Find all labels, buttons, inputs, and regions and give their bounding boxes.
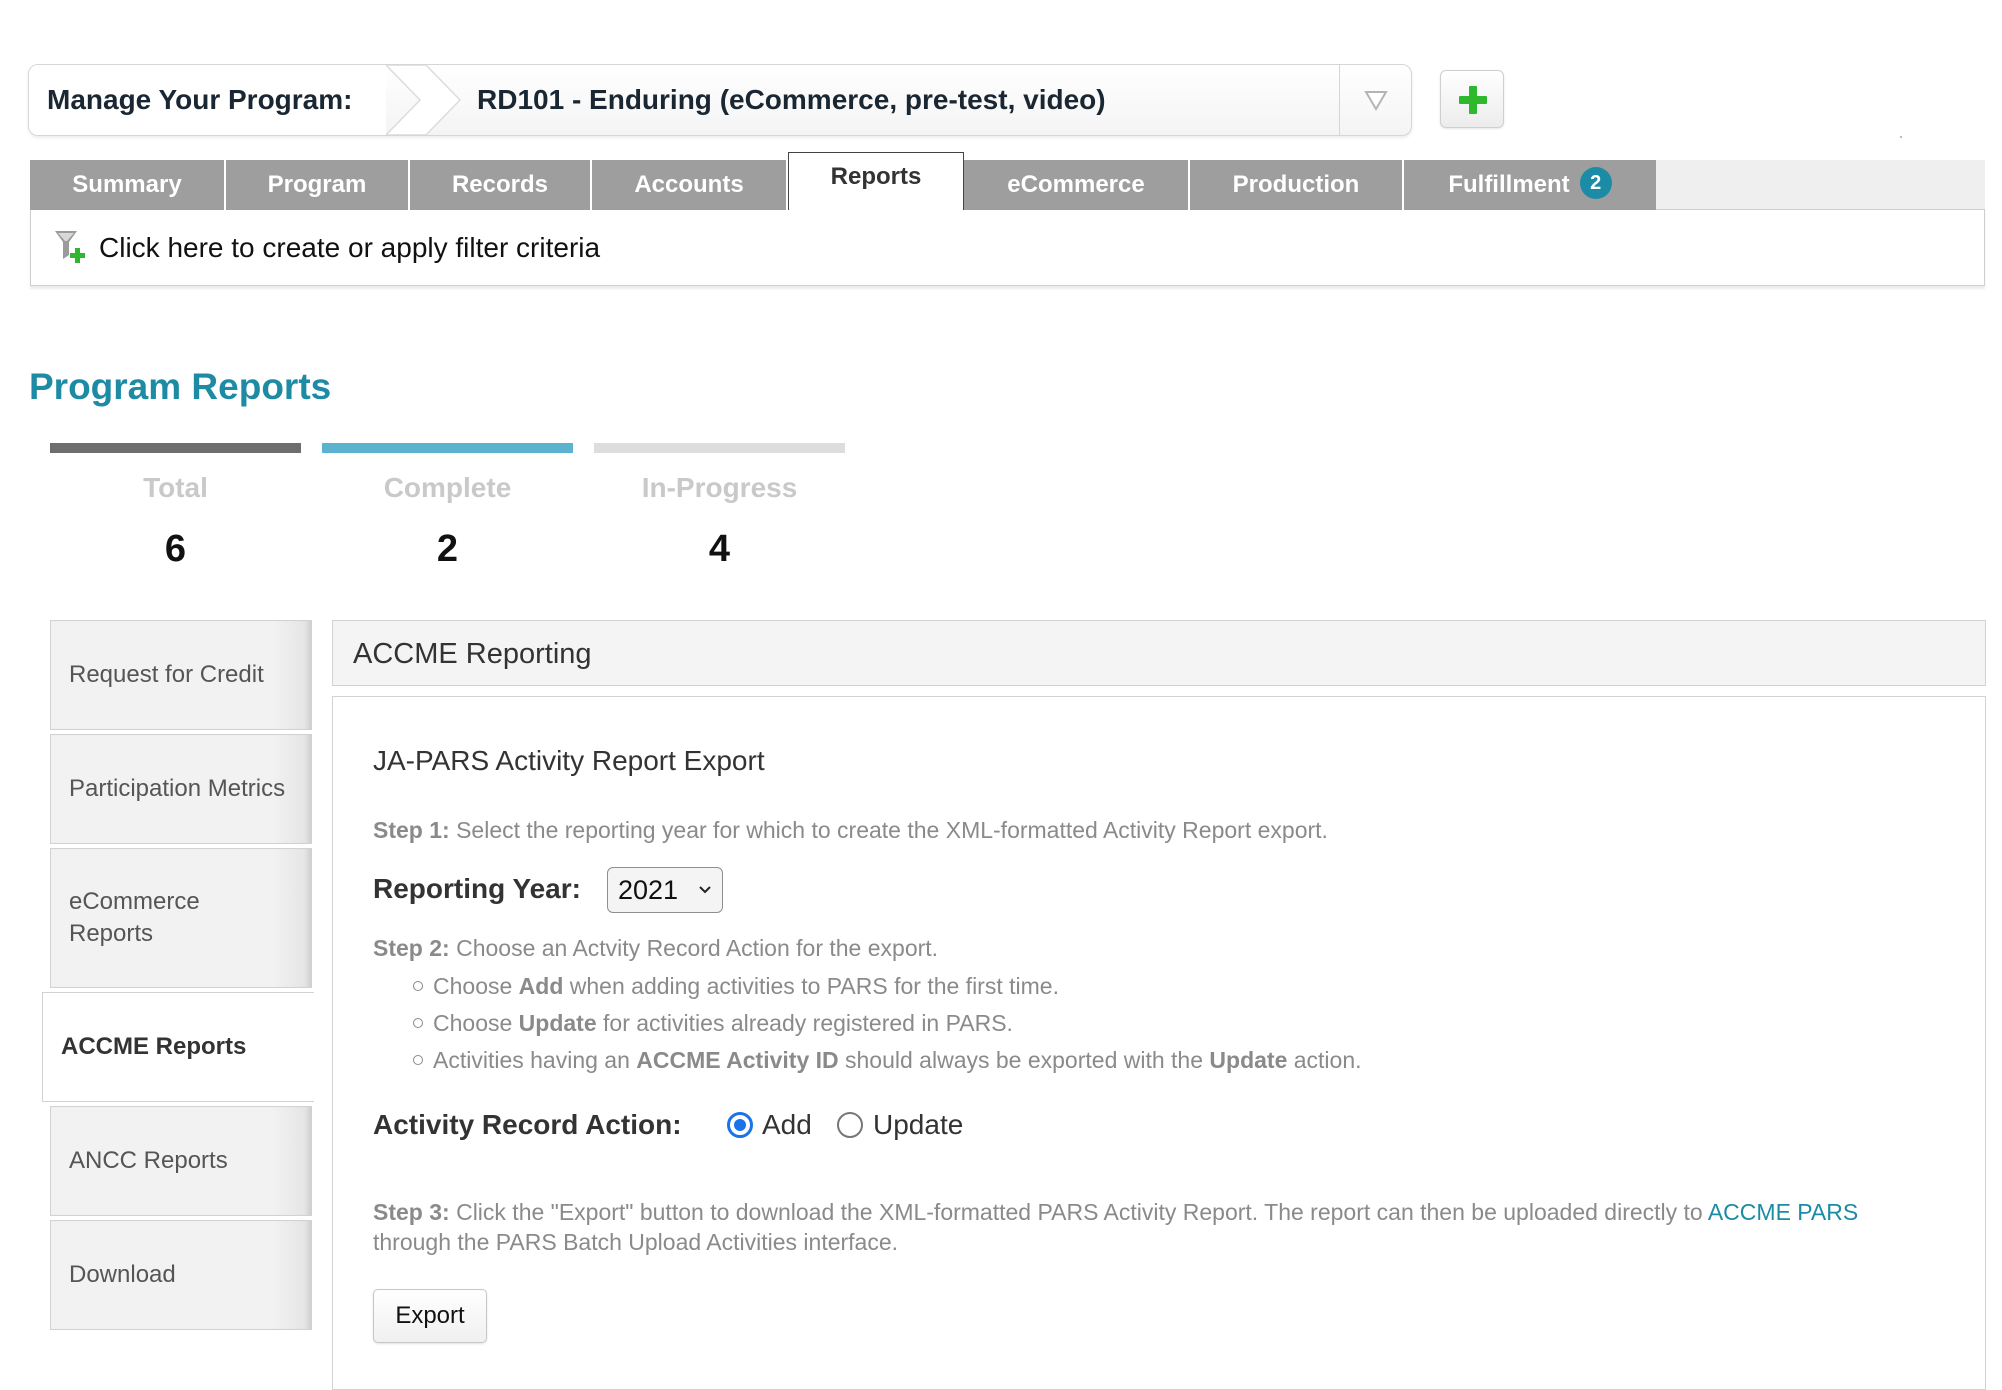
- step2-text: Choose an Actvity Record Action for the …: [456, 935, 939, 961]
- radio-update[interactable]: [837, 1112, 863, 1138]
- bullet-text: Choose: [433, 1010, 519, 1036]
- sidebar-item-request-for-credit[interactable]: Request for Credit: [50, 620, 312, 730]
- bullet-text: for activities already registered in PAR…: [596, 1010, 1013, 1036]
- tab-fulfillment[interactable]: Fulfillment 2: [1404, 160, 1656, 210]
- panel-header-title: ACCME Reporting: [353, 638, 592, 670]
- program-selector-value: RD101 - Enduring (eCommerce, pre-test, v…: [477, 84, 1106, 115]
- step1-text: Select the reporting year for which to c…: [456, 817, 1328, 843]
- divider-dot: [1900, 136, 1902, 138]
- stat-value-complete: 2: [436, 528, 459, 570]
- bullet-text: Activities having an: [433, 1047, 637, 1073]
- bullet-text: should always be exported with the: [838, 1047, 1210, 1073]
- program-selector[interactable]: Manage Your Program: RD101 - Enduring (e…: [28, 64, 1412, 136]
- page-title: Program Reports: [29, 366, 332, 407]
- sidebar-item-label: Request for Credit: [69, 661, 264, 688]
- step3-text-2: through the PARS Batch Upload Activities…: [373, 1229, 899, 1255]
- step3-instruction: Step 3: Click the "Export" button to dow…: [373, 1197, 1963, 1257]
- sidebar-item-accme-reports[interactable]: ACCME Reports: [42, 992, 314, 1102]
- bullet-update: Choose Update for activities already reg…: [413, 1010, 1013, 1037]
- stat-value-in-progress: 4: [708, 528, 731, 570]
- bullet-bold: Update: [1209, 1047, 1288, 1073]
- reporting-year-select[interactable]: 2021: [607, 867, 723, 913]
- sidebar-item-label: ACCME Reports: [61, 1033, 247, 1060]
- step3-text: Click the "Export" button to download th…: [456, 1199, 1703, 1225]
- bullet-text: when adding activities to PARS for the f…: [563, 973, 1059, 999]
- radio-update-label[interactable]: Update: [873, 1109, 963, 1141]
- add-program-button[interactable]: [1440, 70, 1504, 128]
- stat-bar-total: [50, 443, 301, 453]
- accme-pars-link[interactable]: ACCME PARS: [1708, 1199, 1858, 1225]
- sidebar-item-ecommerce-reports[interactable]: eCommerce Reports: [50, 848, 312, 988]
- tab-ecommerce[interactable]: eCommerce: [964, 160, 1190, 210]
- bullet-text: Choose: [433, 973, 519, 999]
- sidebar-item-label: ANCC Reports: [69, 1147, 228, 1174]
- step1-prefix: Step 1:: [373, 817, 450, 843]
- tab-program[interactable]: Program: [226, 160, 410, 210]
- bullet-bold: ACCME Activity ID: [636, 1047, 839, 1073]
- radio-add[interactable]: [727, 1112, 753, 1138]
- sidebar-item-ancc-reports[interactable]: ANCC Reports: [50, 1106, 312, 1216]
- filter-add-icon: [53, 228, 89, 269]
- sidebar-item-label: eCommerce Reports: [69, 888, 200, 947]
- radio-add-label[interactable]: Add: [762, 1109, 812, 1141]
- tab-label: Summary: [72, 171, 182, 198]
- filter-bar[interactable]: Click here to create or apply filter cri…: [30, 210, 1985, 286]
- bullet-text: action.: [1287, 1047, 1362, 1073]
- sidebar-item-participation-metrics[interactable]: Participation Metrics: [50, 734, 312, 844]
- program-selector-label: Manage Your Program:: [47, 84, 353, 115]
- tab-label: Accounts: [634, 171, 744, 198]
- bullet-activity-id: Activities having an ACCME Activity ID s…: [413, 1047, 1362, 1074]
- panel-body: JA-PARS Activity Report Export Step 1: S…: [332, 696, 1986, 1390]
- notification-badge: 2: [1579, 166, 1612, 199]
- step1-instruction: Step 1: Select the reporting year for wh…: [373, 817, 1328, 844]
- tab-summary[interactable]: Summary: [30, 160, 226, 210]
- tab-label: Records: [451, 171, 549, 198]
- export-button[interactable]: Export: [373, 1289, 487, 1343]
- plus-icon: [1459, 86, 1487, 114]
- sidebar-item-label: Participation Metrics: [69, 775, 286, 802]
- bullet-bold: Update: [518, 1010, 597, 1036]
- stat-label-complete: Complete: [383, 472, 512, 503]
- activity-record-action-label: Activity Record Action:: [373, 1109, 682, 1140]
- step2-instruction: Step 2: Choose an Actvity Record Action …: [373, 935, 938, 962]
- bullet-add: Choose Add when adding activities to PAR…: [413, 973, 1059, 1000]
- stat-bar-complete: [322, 443, 573, 453]
- reporting-year-label: Reporting Year:: [373, 873, 581, 904]
- sidebar-item-label: Download: [69, 1261, 176, 1288]
- tab-label: Reports: [830, 163, 922, 190]
- chevron-separator-icon: [384, 65, 486, 135]
- bullet-bold: Add: [518, 973, 564, 999]
- tab-label: Fulfillment: [1448, 171, 1570, 198]
- tab-records[interactable]: Records: [410, 160, 592, 210]
- triangle-down-icon: [1364, 91, 1388, 111]
- stat-bar-in-progress: [594, 443, 845, 453]
- program-selector-label-box: Manage Your Program:: [29, 65, 386, 135]
- chevron-down-icon: [699, 886, 711, 894]
- tab-production[interactable]: Production: [1190, 160, 1404, 210]
- tab-accounts[interactable]: Accounts: [592, 160, 788, 210]
- sidebar-item-download[interactable]: Download: [50, 1220, 312, 1330]
- panel-header: ACCME Reporting: [332, 620, 1986, 686]
- stat-value-total: 6: [164, 528, 187, 570]
- reporting-year-value: 2021: [618, 875, 679, 905]
- tab-label: eCommerce: [1007, 171, 1145, 198]
- step3-prefix: Step 3:: [373, 1199, 450, 1225]
- tab-label: Program: [267, 171, 367, 198]
- tab-reports[interactable]: Reports: [788, 152, 964, 211]
- stat-label-in-progress: In-Progress: [641, 472, 798, 503]
- program-dropdown-toggle[interactable]: [1339, 65, 1411, 135]
- step2-prefix: Step 2:: [373, 935, 450, 961]
- stat-label-total: Total: [143, 472, 208, 503]
- filter-link[interactable]: Click here to create or apply filter cri…: [99, 210, 600, 286]
- section-title: JA-PARS Activity Report Export: [373, 745, 765, 776]
- tab-label: Production: [1232, 171, 1360, 198]
